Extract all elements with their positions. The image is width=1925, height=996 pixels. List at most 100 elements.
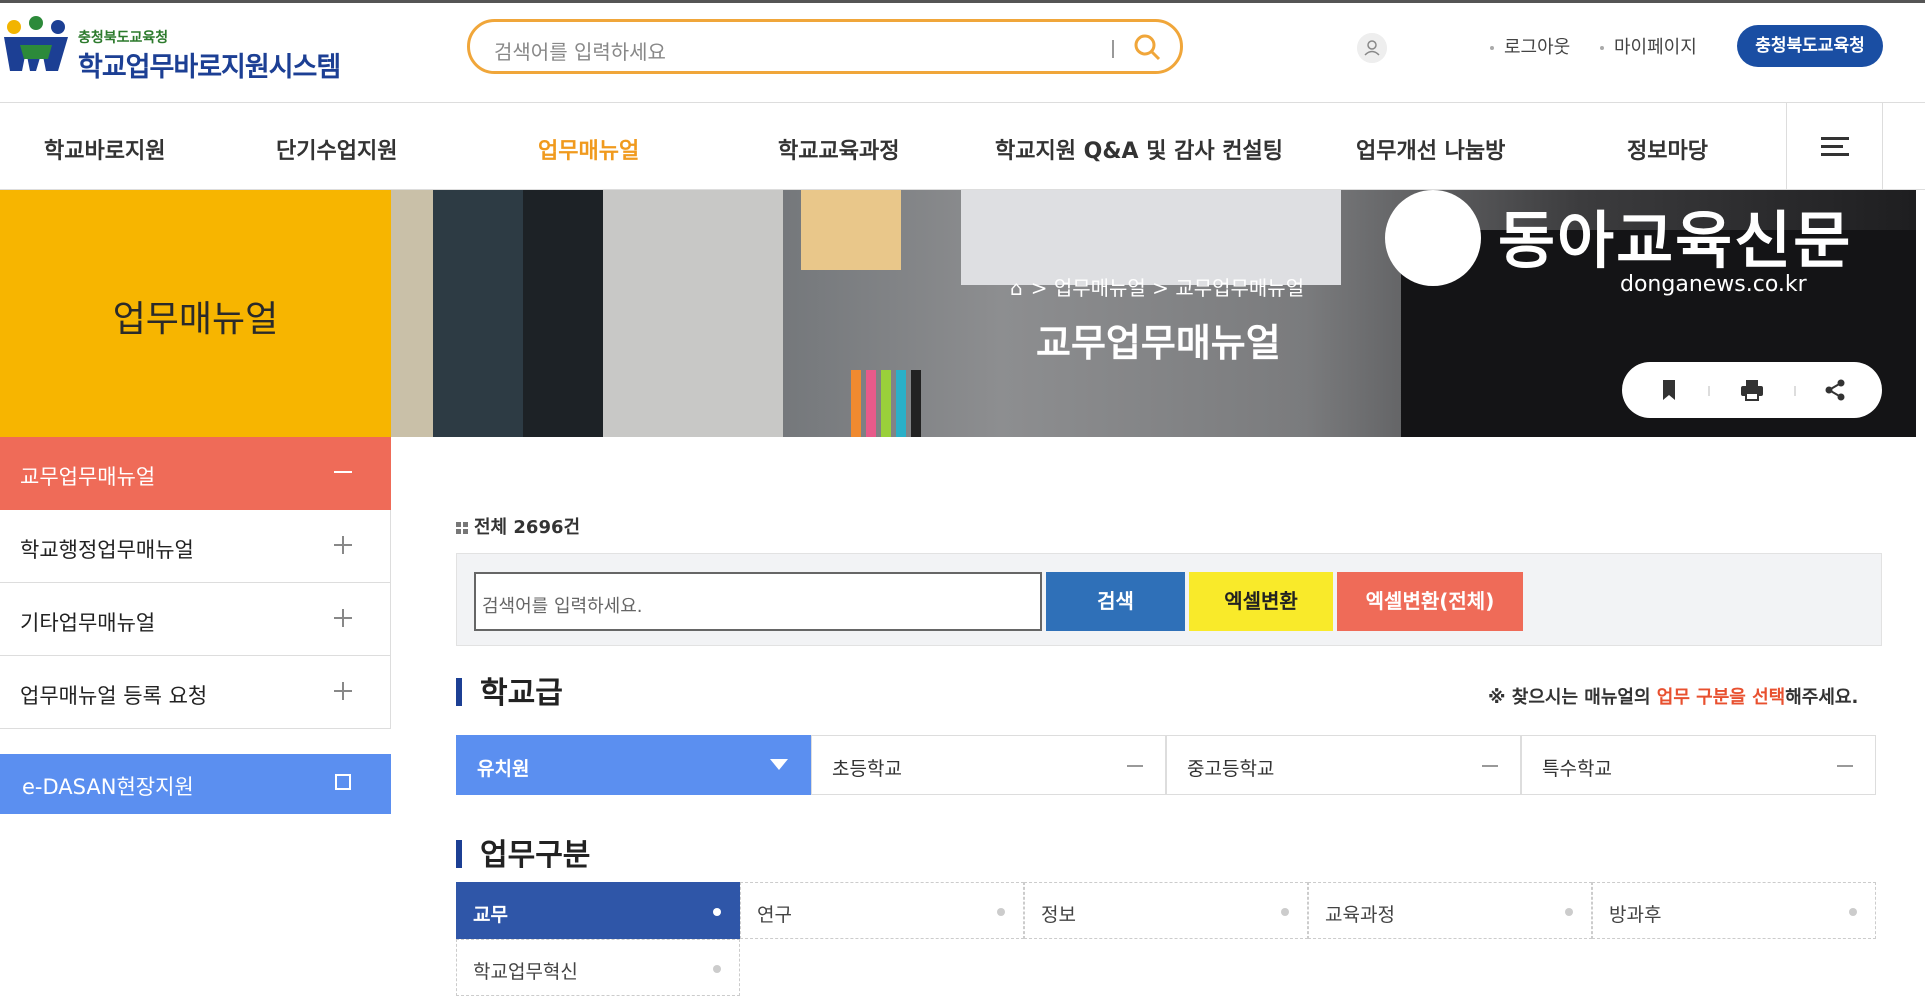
side-nav-item-edu-manual[interactable]: 교무업무매뉴얼	[0, 437, 391, 510]
print-icon[interactable]	[1737, 375, 1767, 405]
nav-item-school-support[interactable]: 학교바로지원	[44, 133, 165, 165]
bullet-dot	[1565, 908, 1573, 916]
minus-icon	[334, 471, 352, 473]
site-logo[interactable]: 충청북도교육청 학교업무바로지원시스템	[0, 15, 400, 85]
minus-icon	[1127, 765, 1143, 767]
side-nav-item-other-manual[interactable]: 기타업무매뉴얼	[0, 583, 391, 656]
banner-pen	[881, 370, 891, 437]
school-level-secondary[interactable]: 중고등학교	[1166, 735, 1521, 795]
heading-marker	[456, 678, 462, 706]
task-label: 교육과정	[1325, 904, 1395, 926]
external-link-icon	[335, 774, 351, 790]
task-work-innovation[interactable]: 학교업무혁신	[456, 939, 740, 996]
school-level-elementary[interactable]: 초등학교	[811, 735, 1166, 795]
task-label: 방과후	[1609, 904, 1662, 926]
task-label: 교무	[473, 904, 508, 926]
logout-label: 로그아웃	[1504, 37, 1571, 58]
nav-item-qna-audit[interactable]: 학교지원 Q&A 및 감사 컨설팅	[995, 133, 1283, 165]
bullet-dot	[1849, 908, 1857, 916]
bookmark-icon[interactable]	[1654, 375, 1684, 405]
side-nav-item-register-request[interactable]: 업무매뉴얼 등록 요청	[0, 656, 391, 729]
org-button[interactable]: 충청북도교육청	[1737, 25, 1883, 67]
breadcrumb-item-current: 교무업무매뉴얼	[1175, 276, 1305, 300]
total-value: 2696건	[513, 517, 581, 538]
grid-icon	[456, 522, 468, 534]
share-icon[interactable]	[1820, 375, 1850, 405]
side-nav-item-admin-manual[interactable]: 학교행정업무매뉴얼	[0, 510, 391, 583]
side-nav-label: 학교행정업무매뉴얼	[20, 538, 194, 562]
nav-item-improvement[interactable]: 업무개선 나눔방	[1356, 133, 1505, 165]
minus-icon	[1482, 765, 1498, 767]
bullet-dot	[997, 908, 1005, 916]
logo-emblem-icon	[4, 16, 68, 71]
school-level-kindergarten[interactable]: 유치원	[456, 735, 811, 795]
notice-highlight: 업무 구분을 선택	[1656, 687, 1786, 708]
watermark-url: donganews.co.kr	[1620, 272, 1807, 297]
watermark-logo	[1385, 190, 1481, 286]
banner-book	[391, 190, 433, 437]
banner-pen	[851, 370, 861, 437]
task-curriculum[interactable]: 교육과정	[1308, 882, 1592, 939]
plus-icon-stroke	[342, 536, 344, 554]
selection-notice: ※ 찾으시는 매뉴얼의 업무 구분을 선택해주세요.	[1488, 683, 1858, 709]
site-header: 충청북도교육청 학교업무바로지원시스템 검색어를 입력하세요 로그아웃 마이페이…	[0, 3, 1925, 103]
home-icon[interactable]: ⌂	[1010, 276, 1023, 300]
bullet-dot	[713, 965, 721, 973]
tool-divider	[1708, 386, 1710, 396]
nav-item-manual[interactable]: 업무매뉴얼	[538, 133, 639, 165]
global-search[interactable]: 검색어를 입력하세요	[467, 19, 1183, 74]
banner-book	[523, 190, 603, 437]
mypage-link[interactable]: 마이페이지	[1600, 33, 1697, 59]
bullet-dot	[1490, 46, 1494, 50]
banner-pen	[896, 370, 906, 437]
school-level-label: 초등학교	[832, 758, 902, 780]
minus-icon	[1837, 765, 1853, 767]
nav-item-short-class[interactable]: 단기수업지원	[276, 133, 397, 165]
task-label: 정보	[1041, 904, 1076, 926]
excel-export-all-button[interactable]: 엑셀변환(전체)	[1337, 572, 1523, 631]
manual-search-input[interactable]: 검색어를 입력하세요.	[474, 572, 1042, 631]
school-level-label: 특수학교	[1542, 758, 1612, 780]
task-category-heading-text: 업무구분	[480, 838, 591, 873]
watermark: 동아교육신문 donganews.co.kr	[1385, 190, 1915, 300]
logo-system-name: 학교업무바로지원시스템	[78, 52, 341, 83]
plus-icon-stroke	[342, 682, 344, 700]
user-icon[interactable]	[1357, 33, 1387, 63]
global-search-input[interactable]: 검색어를 입력하세요	[494, 36, 666, 65]
breadcrumb-item[interactable]: 업무매뉴얼	[1054, 276, 1146, 300]
banner-pen	[911, 370, 921, 437]
logout-link[interactable]: 로그아웃	[1490, 33, 1570, 59]
task-research[interactable]: 연구	[740, 882, 1024, 939]
manual-search-placeholder: 검색어를 입력하세요.	[482, 596, 643, 617]
task-information[interactable]: 정보	[1024, 882, 1308, 939]
search-icon[interactable]	[1132, 32, 1162, 62]
side-nav-label: 업무매뉴얼 등록 요청	[20, 684, 208, 708]
nav-item-info[interactable]: 정보마당	[1627, 133, 1708, 165]
breadcrumb: ⌂ > 업무매뉴얼 > 교무업무매뉴얼	[1010, 276, 1305, 300]
total-label: 전체	[474, 517, 508, 538]
excel-export-button[interactable]: 엑셀변환	[1189, 572, 1333, 631]
main-nav: 학교바로지원 단기수업지원 업무매뉴얼 학교교육과정 학교지원 Q&A 및 감사…	[0, 102, 1925, 190]
banner-sticky-note	[801, 190, 901, 270]
watermark-name: 동아교육신문	[1498, 204, 1853, 277]
task-after-school[interactable]: 방과후	[1592, 882, 1876, 939]
task-label: 학교업무혁신	[473, 961, 578, 983]
logo-org-name: 충청북도교육청	[78, 30, 169, 46]
plus-icon-stroke	[342, 609, 344, 627]
dropdown-arrow-icon	[770, 759, 788, 770]
tool-divider	[1794, 386, 1796, 396]
hamburger-icon[interactable]	[1786, 103, 1883, 189]
search-button[interactable]: 검색	[1046, 572, 1185, 631]
edasan-link[interactable]: e-DASAN현장지원	[0, 754, 391, 814]
school-level-special[interactable]: 특수학교	[1521, 735, 1876, 795]
bullet-dot	[1281, 908, 1289, 916]
banner-calendar	[961, 190, 1341, 285]
task-edu-affairs[interactable]: 교무	[456, 882, 740, 939]
heading-marker	[456, 840, 462, 868]
edasan-label: e-DASAN현장지원	[22, 775, 194, 799]
total-count: 전체 2696건	[456, 513, 580, 539]
school-level-heading-text: 학교급	[480, 676, 563, 711]
page-title: 교무업무매뉴얼	[1036, 321, 1281, 365]
search-box: 검색어를 입력하세요. 검색 엑셀변환 엑셀변환(전체)	[456, 553, 1882, 646]
nav-item-curriculum[interactable]: 학교교육과정	[778, 133, 899, 165]
